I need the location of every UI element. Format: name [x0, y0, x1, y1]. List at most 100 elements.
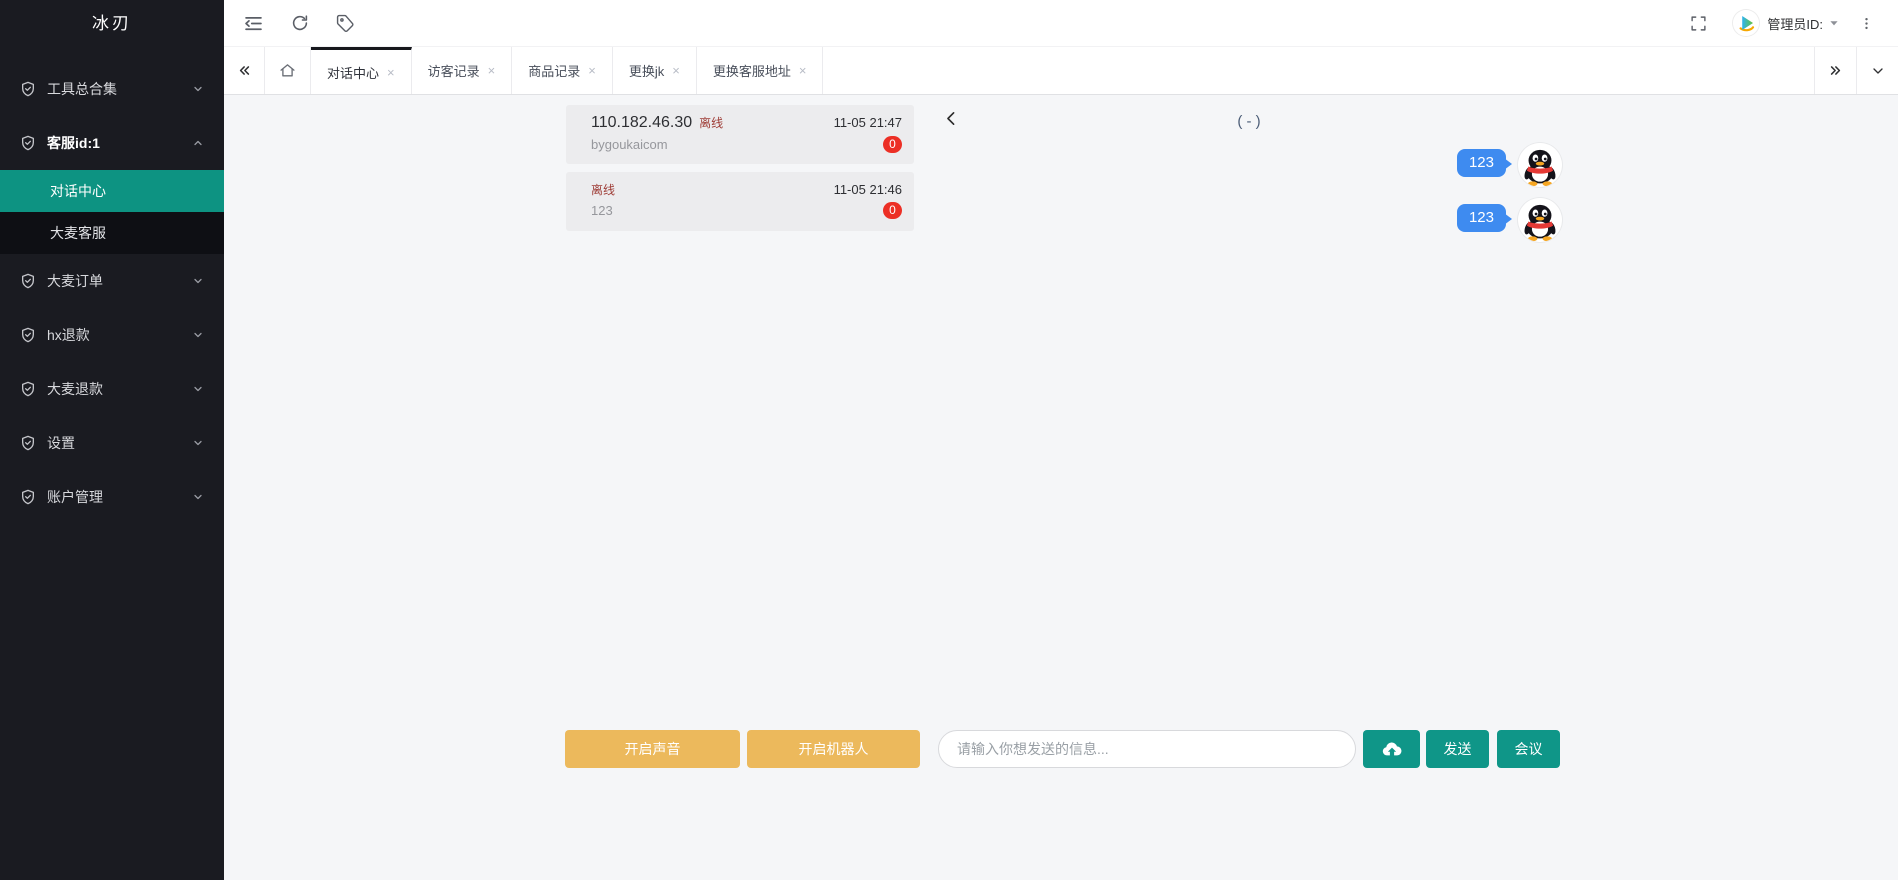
chevron-down-icon — [192, 275, 204, 287]
message-bubble: 123 — [1457, 149, 1506, 177]
cloud-upload-icon — [1381, 738, 1403, 760]
tabbar-spacer — [823, 47, 1814, 94]
chat-header-title: ( - ) — [938, 113, 1560, 130]
scroll-tabs-left-button[interactable] — [224, 47, 265, 94]
sidebar-item-account[interactable]: 账户管理 — [0, 470, 224, 524]
chevron-up-icon — [192, 137, 204, 149]
conversation-subtitle: 123 — [591, 203, 613, 218]
shield-check-icon — [20, 81, 36, 97]
send-button[interactable]: 发送 — [1426, 730, 1489, 768]
close-icon[interactable]: × — [387, 66, 395, 79]
enable-sound-button[interactable]: 开启声音 — [565, 730, 740, 768]
chevron-down-icon — [192, 329, 204, 341]
close-icon[interactable]: × — [488, 64, 496, 77]
double-chevron-right-icon — [1827, 62, 1844, 79]
refresh-icon[interactable] — [291, 14, 309, 32]
sidebar-item-hx-refund[interactable]: hx退款 — [0, 308, 224, 362]
app-title: 冰刃 — [0, 0, 224, 47]
tab-change-jk[interactable]: 更换jk × — [613, 47, 697, 94]
sidebar: 冰刃 工具总合集 客服id:1 对话中心 大麦客服 — [0, 0, 224, 880]
tab-label: 访客记录 — [428, 61, 480, 80]
admin-avatar[interactable] — [1733, 10, 1759, 36]
submenu-item-label: 大麦客服 — [50, 223, 106, 243]
unread-badge: 0 — [883, 136, 902, 153]
tab-label: 更换客服地址 — [713, 61, 791, 80]
kebab-menu-icon[interactable] — [1859, 16, 1874, 31]
chevron-down-icon — [1870, 63, 1886, 79]
message-list: 123 — [938, 143, 1562, 253]
tab-bar: 对话中心 × 访客记录 × 商品记录 × 更换jk × 更换客服地址 × — [224, 47, 1898, 95]
fullscreen-icon[interactable] — [1690, 15, 1707, 32]
conversation-subtitle: bygoukaicom — [591, 137, 668, 152]
conversation-item[interactable]: 离线 11-05 21:46 123 0 — [566, 172, 914, 231]
close-icon[interactable]: × — [588, 64, 596, 77]
tab-chat-center[interactable]: 对话中心 × — [311, 47, 412, 94]
sidebar-menu: 工具总合集 客服id:1 对话中心 大麦客服 — [0, 62, 224, 524]
tab-product-log[interactable]: 商品记录 × — [512, 47, 613, 94]
tab-visitor-log[interactable]: 访客记录 × — [412, 47, 513, 94]
tab-label: 商品记录 — [528, 61, 580, 80]
sidebar-item-damai-service[interactable]: 大麦客服 — [0, 212, 224, 254]
status-offline-label: 离线 — [699, 114, 723, 131]
tab-change-service-address[interactable]: 更换客服地址 × — [697, 47, 824, 94]
sidebar-item-damai-orders[interactable]: 大麦订单 — [0, 254, 224, 308]
meeting-button[interactable]: 会议 — [1497, 730, 1560, 768]
sidebar-item-label: 账户管理 — [47, 487, 103, 507]
chevron-down-icon — [192, 383, 204, 395]
shield-check-icon — [20, 435, 36, 451]
chat-workspace: 110.182.46.30 离线 11-05 21:47 bygoukaicom… — [224, 95, 1898, 880]
header-right-group: 管理员ID: — [1690, 10, 1874, 36]
admin-id-label: 管理员ID: — [1767, 14, 1823, 33]
tab-label: 更换jk — [629, 61, 664, 80]
sidebar-item-label: 大麦订单 — [47, 271, 103, 291]
home-icon — [279, 62, 296, 79]
conversation-row-top: 离线 11-05 21:46 — [591, 181, 902, 198]
sidebar-item-label: hx退款 — [47, 325, 90, 345]
upload-button[interactable] — [1363, 730, 1420, 768]
unread-badge: 0 — [883, 202, 902, 219]
message-row: 123 — [938, 198, 1562, 242]
caret-down-icon[interactable] — [1828, 17, 1840, 29]
submenu-item-label: 对话中心 — [50, 181, 106, 201]
shield-check-icon — [20, 135, 36, 151]
chevron-down-icon — [192, 491, 204, 503]
home-tab-button[interactable] — [265, 47, 311, 94]
conversation-title: 110.182.46.30 — [591, 114, 692, 132]
message-input[interactable] — [938, 730, 1356, 768]
sidebar-item-chat-center[interactable]: 对话中心 — [0, 170, 224, 212]
tab-label: 对话中心 — [327, 63, 379, 82]
close-icon[interactable]: × — [799, 64, 807, 77]
conversation-time: 11-05 21:47 — [834, 115, 902, 130]
sidebar-item-label: 大麦退款 — [47, 379, 103, 399]
chevron-down-icon — [192, 437, 204, 449]
close-icon[interactable]: × — [672, 64, 680, 77]
tag-icon[interactable] — [336, 14, 355, 33]
sidebar-item-label: 设置 — [47, 433, 75, 453]
tab-options-button[interactable] — [1856, 47, 1898, 94]
shield-check-icon — [20, 273, 36, 289]
shield-check-icon — [20, 327, 36, 343]
qq-penguin-avatar — [1518, 143, 1562, 187]
scroll-tabs-right-button[interactable] — [1814, 47, 1856, 94]
conversation-row-top: 110.182.46.30 离线 11-05 21:47 — [591, 114, 902, 132]
collapse-sidebar-icon[interactable] — [243, 13, 264, 34]
conversation-row-bottom: 123 0 — [591, 202, 902, 219]
message-row: 123 — [938, 143, 1562, 187]
sidebar-submenu: 对话中心 大麦客服 — [0, 170, 224, 254]
sidebar-item-damai-refund[interactable]: 大麦退款 — [0, 362, 224, 416]
qq-penguin-avatar — [1518, 198, 1562, 242]
shield-check-icon — [20, 489, 36, 505]
sidebar-item-label: 工具总合集 — [47, 79, 117, 99]
status-offline-label: 离线 — [591, 181, 615, 198]
conversation-row-bottom: bygoukaicom 0 — [591, 136, 902, 153]
sidebar-item-settings[interactable]: 设置 — [0, 416, 224, 470]
double-chevron-left-icon — [236, 62, 253, 79]
top-header: 管理员ID: — [224, 0, 1898, 47]
conversation-item[interactable]: 110.182.46.30 离线 11-05 21:47 bygoukaicom… — [566, 105, 914, 164]
sidebar-item-service-id[interactable]: 客服id:1 — [0, 116, 224, 170]
sidebar-item-tools[interactable]: 工具总合集 — [0, 62, 224, 116]
shield-check-icon — [20, 381, 36, 397]
enable-robot-button[interactable]: 开启机器人 — [747, 730, 920, 768]
conversation-time: 11-05 21:46 — [834, 182, 902, 197]
message-bubble: 123 — [1457, 204, 1506, 232]
